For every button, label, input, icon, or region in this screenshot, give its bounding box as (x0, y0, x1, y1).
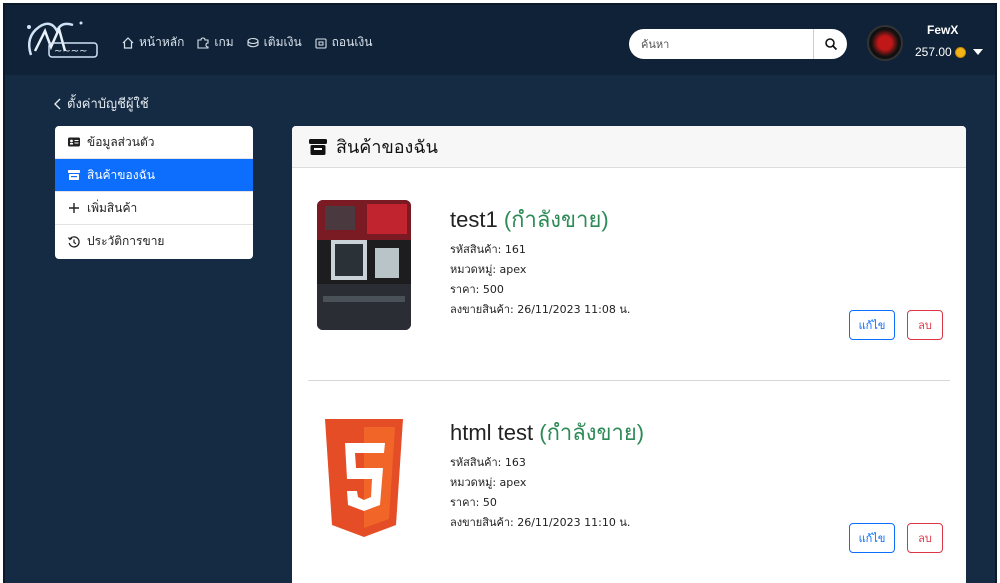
edit-button[interactable]: แก้ไข (849, 310, 895, 340)
nav-withdraw[interactable]: ถอนเงิน (314, 33, 373, 52)
page-title: สินค้าของฉัน (336, 137, 438, 158)
plus-icon (69, 203, 79, 213)
nav-topup[interactable]: เติมเงิน (246, 33, 302, 52)
user-balance-value: 257.00 (915, 45, 952, 59)
back-link-label: ตั้งค่าบัญชีผู้ใช้ (67, 97, 149, 112)
product-listed-date: ลงขายสินค้า: 26/11/2023 11:08 น. (450, 303, 631, 316)
product-title: html test (กำลังขาย) (450, 415, 644, 450)
user-balance-dropdown[interactable]: 257.00 (915, 45, 983, 59)
user-avatar[interactable] (867, 25, 903, 61)
search-bar (629, 29, 847, 59)
html5-logo-image (317, 413, 411, 543)
delete-button[interactable]: ลบ (907, 523, 943, 553)
store-icon (309, 138, 327, 155)
my-products-card: สินค้าของฉัน test1 (กำลังขาย) รหัสสินค้า… (292, 126, 966, 583)
delete-button[interactable]: ลบ (907, 310, 943, 340)
history-icon (68, 235, 80, 248)
product-status: (กำลังขาย) (539, 420, 645, 445)
user-name[interactable]: FewX (927, 23, 958, 37)
back-link[interactable]: ตั้งค่าบัญชีผู้ใช้ (53, 93, 149, 114)
product-item: test1 (กำลังขาย) รหัสสินค้า: 161 หมวดหมู… (308, 168, 950, 380)
coins-icon (247, 37, 259, 47)
chevron-left-icon (54, 98, 61, 109)
caret-down-icon (972, 49, 983, 55)
svg-text:~~~~: ~~~~ (54, 46, 88, 57)
sidebar-item-label: สินค้าของฉัน (87, 167, 155, 182)
edit-button[interactable]: แก้ไข (849, 523, 895, 553)
product-image (317, 200, 411, 330)
sidebar-item-label: ข้อมูลส่วนตัว (87, 134, 155, 149)
search-input[interactable] (629, 29, 813, 59)
sidebar-item-label: ประวัติการขาย (87, 234, 165, 248)
sidebar-item-profile[interactable]: ข้อมูลส่วนตัว (55, 126, 253, 159)
nav-home-label: หน้าหลัก (139, 35, 185, 49)
store-icon (68, 170, 80, 180)
product-price: ราคา: 50 (450, 496, 497, 509)
sidebar-item-label: เพิ่มสินค้า (87, 200, 138, 215)
sidebar-item-my-products[interactable]: สินค้าของฉัน (55, 159, 253, 192)
coin-icon (954, 46, 966, 58)
wallet-icon (315, 37, 327, 49)
site-logo[interactable]: ~~~~ (21, 17, 101, 63)
account-sidebar: ข้อมูลส่วนตัว สินค้าของฉัน เพิ่มสินค้า ป… (55, 126, 253, 259)
product-listed-date: ลงขายสินค้า: 26/11/2023 11:10 น. (450, 516, 631, 529)
puzzle-icon (197, 36, 209, 49)
nav-links: หน้าหลัก เกม เติมเงิน ถอนเงิน (121, 33, 372, 52)
search-icon (824, 38, 837, 51)
product-item: html test (กำลังขาย) รหัสสินค้า: 163 หมว… (308, 380, 950, 583)
app-frame: ~~~~ หน้าหลัก เกม เติมเงิน ถอนเงิน ค้นหา… (3, 3, 997, 583)
nav-games-label: เกม (214, 35, 234, 49)
product-code: รหัสสินค้า: 163 (450, 456, 526, 469)
product-category: หมวดหมู่: apex (450, 263, 527, 276)
search-button[interactable] (813, 29, 847, 59)
sidebar-item-add-product[interactable]: เพิ่มสินค้า (55, 192, 253, 225)
sidebar-item-sales-history[interactable]: ประวัติการขาย (55, 225, 253, 258)
product-meta: รหัสสินค้า: 161 หมวดหมู่: apex ราคา: 500… (450, 240, 630, 320)
product-name[interactable]: test1 (450, 207, 498, 232)
product-price: ราคา: 500 (450, 283, 504, 296)
product-status: (กำลังขาย) (503, 207, 609, 232)
nav-withdraw-label: ถอนเงิน (331, 35, 373, 49)
nav-games[interactable]: เกม (196, 33, 234, 52)
product-meta: รหัสสินค้า: 163 หมวดหมู่: apex ราคา: 50 … (450, 453, 630, 533)
product-title: test1 (กำลังขาย) (450, 202, 609, 237)
product-category: หมวดหมู่: apex (450, 476, 527, 489)
id-card-icon (68, 137, 80, 147)
nav-topup-label: เติมเงิน (263, 35, 302, 49)
home-icon (122, 36, 134, 49)
product-name[interactable]: html test (450, 420, 533, 445)
product-code: รหัสสินค้า: 161 (450, 243, 526, 256)
nav-home[interactable]: หน้าหลัก (121, 33, 184, 52)
card-header: สินค้าของฉัน (292, 126, 966, 168)
top-navbar: ~~~~ หน้าหลัก เกม เติมเงิน ถอนเงิน ค้นหา… (5, 5, 995, 75)
